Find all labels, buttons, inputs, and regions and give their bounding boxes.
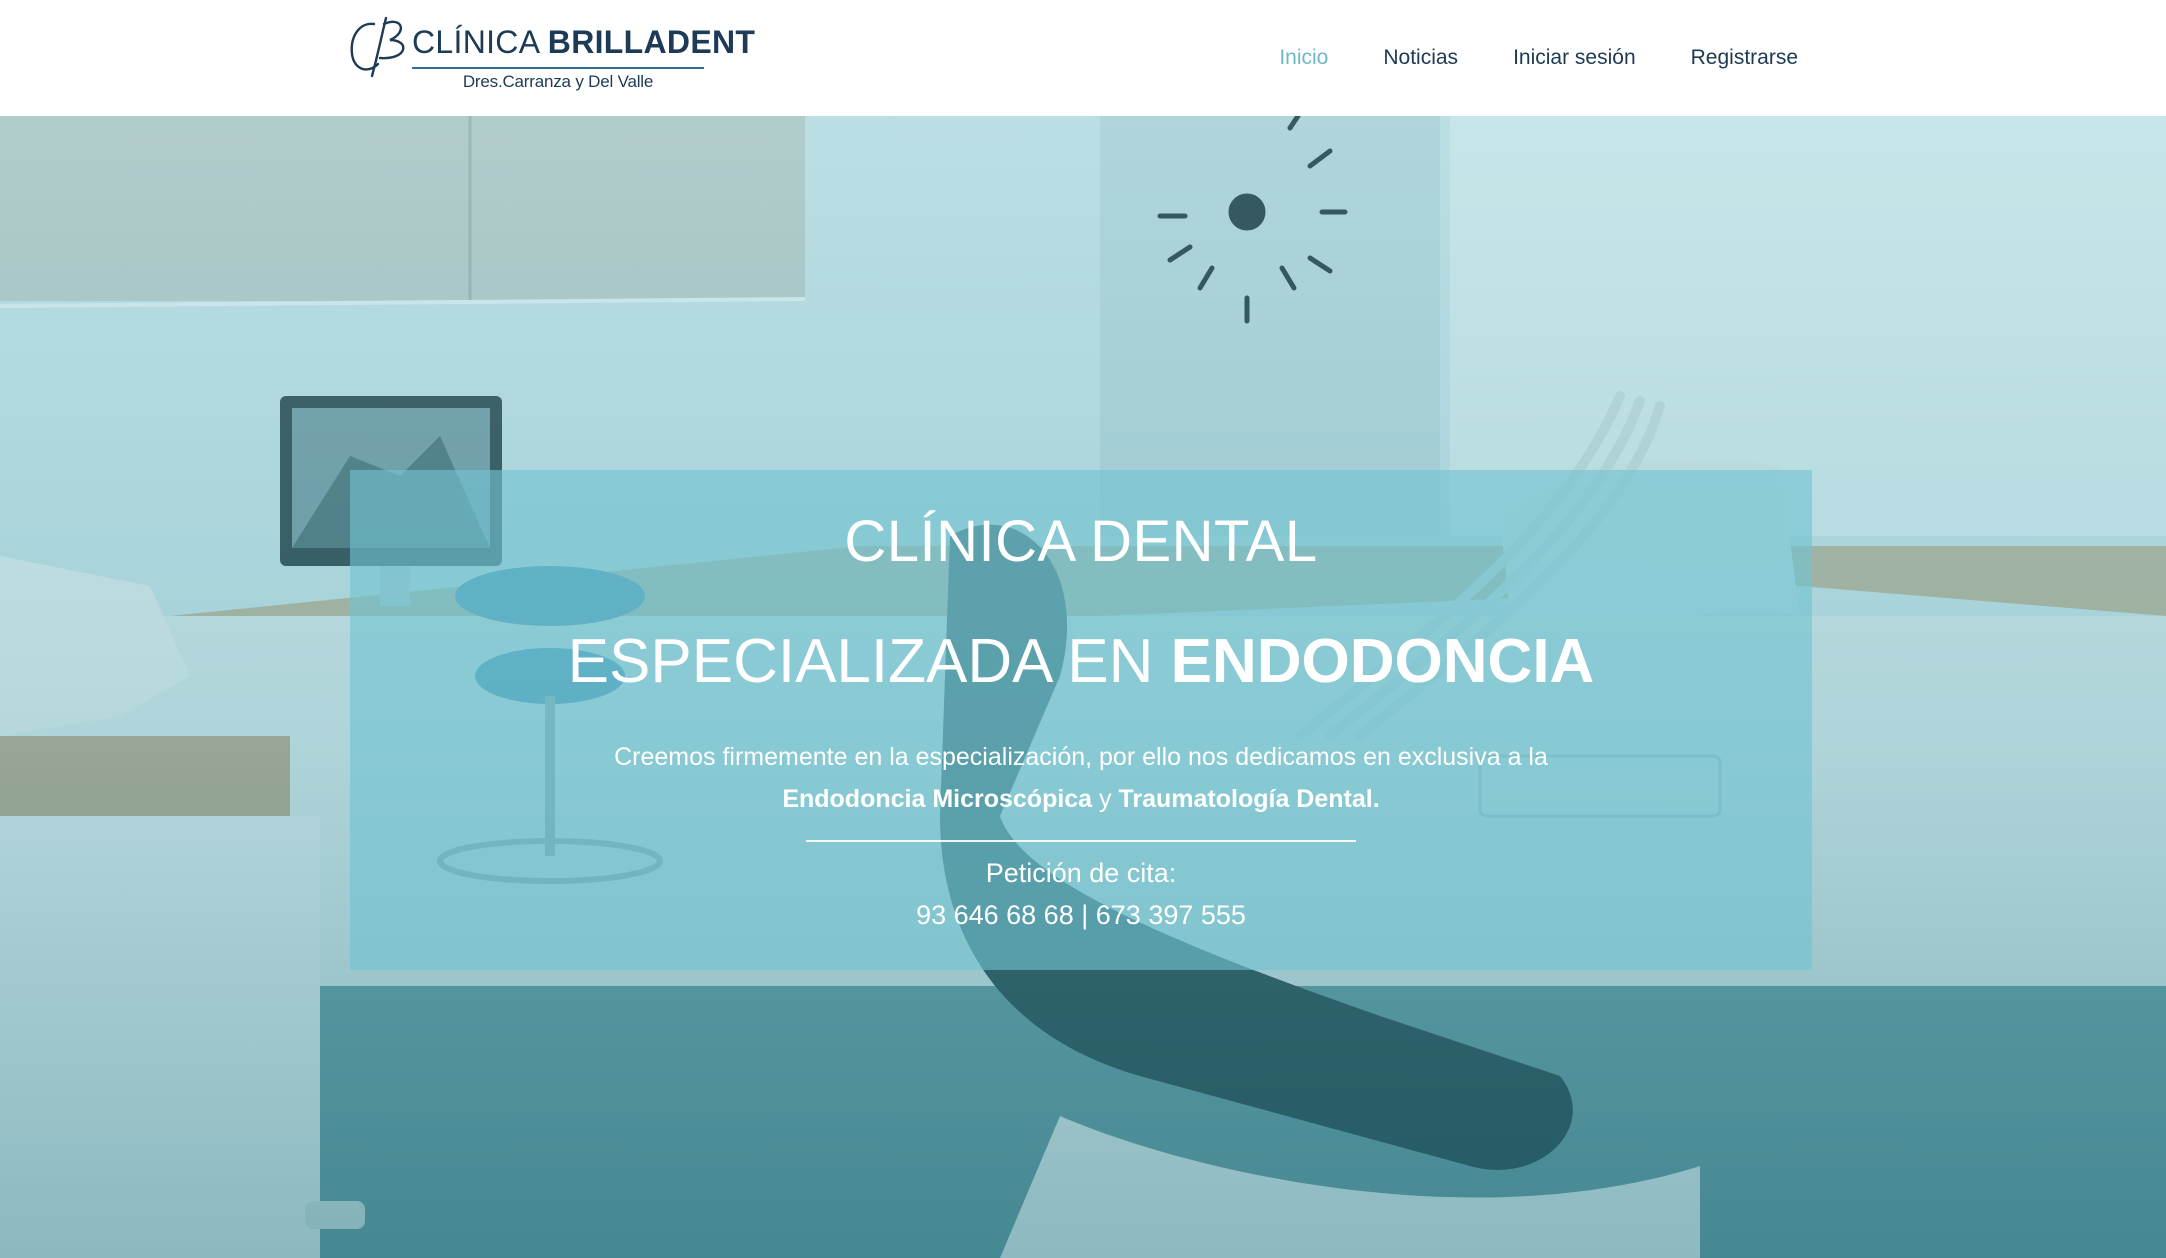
hero-description-line1: Creemos firmemente en la especialización… xyxy=(614,743,1548,771)
hero-info-panel: CLÍNICA DENTAL ESPECIALIZADA EN ENDODONC… xyxy=(350,470,1812,970)
clinic-name-bold: BRILLADENT xyxy=(547,24,756,60)
clinic-doctors: Dres.Carranza y Del Valle xyxy=(462,72,654,91)
site-header: CLÍNICA BRILLADENT Dres.Carranza y Del V… xyxy=(0,0,2166,116)
clinic-logo[interactable]: CLÍNICA BRILLADENT Dres.Carranza y Del V… xyxy=(346,12,755,98)
clinic-name-light: CLÍNICA xyxy=(412,24,539,60)
nav-item-iniciar-sesion[interactable]: Iniciar sesión xyxy=(1513,46,1636,70)
hero-title: CLÍNICA DENTAL xyxy=(844,509,1318,574)
phone-link-1[interactable]: 93 646 68 68 xyxy=(916,900,1074,930)
cb-monogram-icon xyxy=(350,16,405,78)
clinic-name: CLÍNICA BRILLADENT xyxy=(412,24,755,61)
nav-item-noticias[interactable]: Noticias xyxy=(1383,46,1458,70)
hero-subtitle-light: ESPECIALIZADA EN xyxy=(567,627,1154,696)
appointment-phones: 93 646 68 68 | 673 397 555 xyxy=(350,900,1812,931)
hero-description-line2: Endodoncia Microscópica y Traumatología … xyxy=(350,778,1812,820)
hero-divider xyxy=(806,840,1356,842)
specialty-traumatologia: Traumatología Dental. xyxy=(1118,785,1380,813)
hero-subtitle-bold: ENDODONCIA xyxy=(1170,627,1595,696)
phone-separator: | xyxy=(1081,900,1089,930)
appointment-label: Petición de cita: xyxy=(985,858,1177,888)
specialty-endodoncia: Endodoncia Microscópica xyxy=(782,785,1093,813)
specialty-connector: y xyxy=(1099,785,1112,813)
hero-subtitle: ESPECIALIZADA EN ENDODONCIA xyxy=(350,626,1812,697)
hero-section: CLÍNICA DENTAL ESPECIALIZADA EN ENDODONC… xyxy=(0,116,2166,1258)
nav-item-inicio[interactable]: Inicio xyxy=(1279,46,1328,70)
hero-description: Creemos firmemente en la especialización… xyxy=(350,736,1812,820)
logo-divider xyxy=(412,67,704,69)
main-nav: Inicio Noticias Iniciar sesión Registrar… xyxy=(1279,0,1798,116)
nav-item-registrarse[interactable]: Registrarse xyxy=(1691,46,1798,70)
phone-link-2[interactable]: 673 397 555 xyxy=(1096,900,1246,930)
